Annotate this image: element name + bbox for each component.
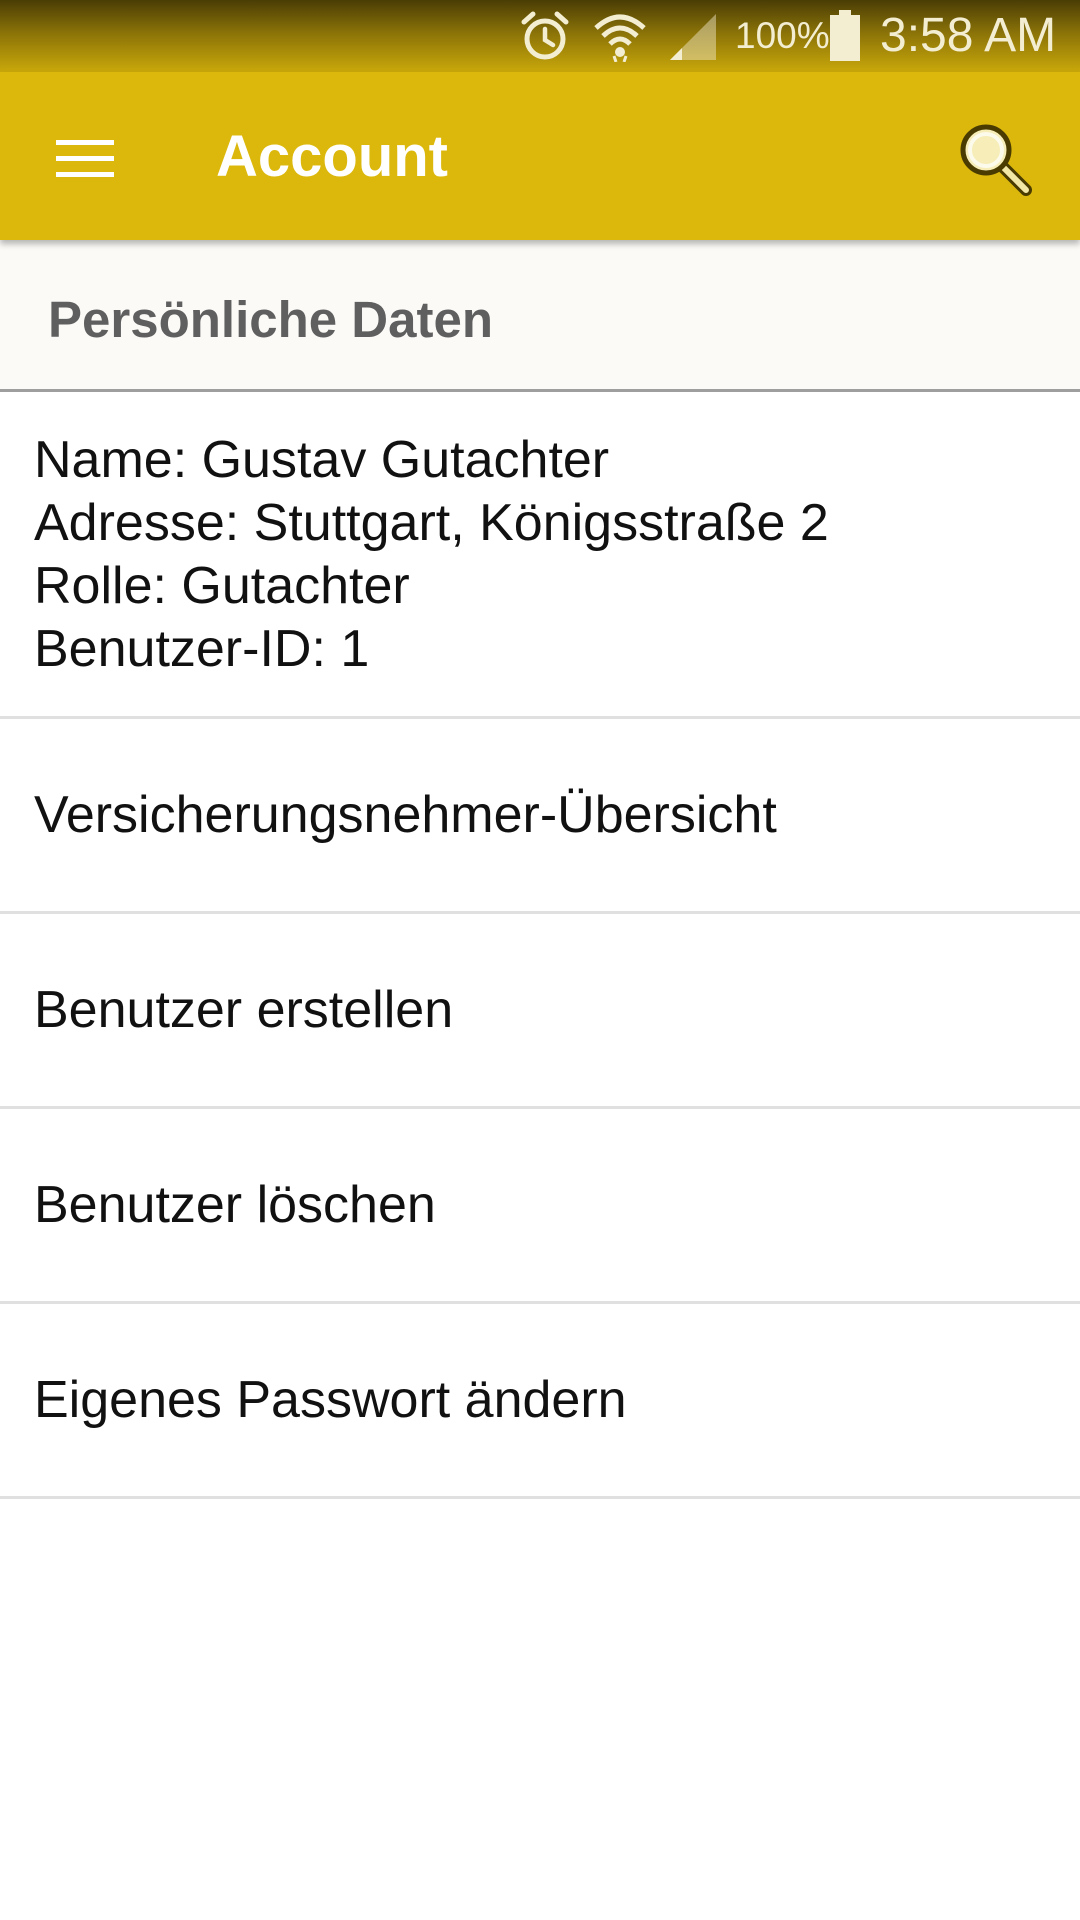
menu-button[interactable] (30, 112, 138, 200)
menu-item-create-user[interactable]: Benutzer erstellen (0, 914, 1080, 1109)
app-bar: Account (0, 72, 1080, 240)
menu-item-policyholder-overview[interactable]: Versicherungsnehmer-Übersicht (0, 719, 1080, 914)
info-user-id: Benutzer-ID: 1 (34, 620, 370, 678)
menu-item-label: Benutzer löschen (34, 1176, 436, 1234)
menu-item-label: Versicherungsnehmer-Übersicht (34, 786, 777, 844)
search-icon (958, 122, 1034, 203)
menu-icon (56, 138, 114, 185)
status-bar: 100% 3:58 AM (0, 0, 1080, 72)
alarm-icon (520, 10, 570, 67)
status-time: 3:58 AM (880, 9, 1057, 62)
menu-item-delete-user[interactable]: Benutzer löschen (0, 1109, 1080, 1304)
menu-item-change-password[interactable]: Eigenes Passwort ändern (0, 1304, 1080, 1499)
personal-info: Name: Gustav Gutachter Adresse: Stuttgar… (0, 395, 1080, 719)
section-title: Persönliche Daten (48, 291, 493, 348)
info-name: Name: Gustav Gutachter (34, 431, 610, 489)
menu-item-label: Eigenes Passwort ändern (34, 1371, 627, 1429)
battery-icon (830, 10, 860, 67)
menu-item-label: Benutzer erstellen (34, 981, 454, 1039)
wifi-icon (592, 10, 648, 67)
battery-percent: 100% (735, 15, 830, 56)
section-header: Persönliche Daten (0, 240, 1080, 392)
info-role: Rolle: Gutachter (34, 557, 410, 615)
page-title: Account (216, 124, 448, 189)
search-button[interactable] (950, 116, 1040, 206)
cell-signal-icon (666, 10, 718, 67)
info-address: Adresse: Stuttgart, Königsstraße 2 (34, 494, 829, 552)
